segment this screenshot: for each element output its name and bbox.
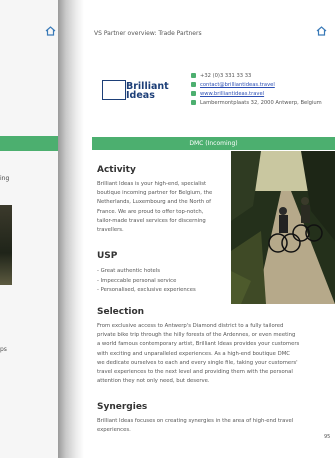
left-page: ing ps <box>0 0 62 458</box>
home-icon[interactable] <box>45 26 56 36</box>
left-dmc-bar <box>0 136 58 151</box>
left-text-snippet: ing <box>0 175 10 182</box>
page-header-title: VS Partner overview: Trade Partners <box>94 30 202 37</box>
selection-paragraph: From exclusive access to Antwerp's Diamo… <box>97 323 300 385</box>
logo-mark <box>102 80 126 100</box>
contact-website[interactable]: www.brilliantideas.travel <box>191 90 322 99</box>
contact-email[interactable]: contact@brilliantideas.travel <box>191 81 322 90</box>
contact-info: +32 (0)3 331 33 33 contact@brilliantidea… <box>191 72 322 108</box>
list-item: Great authentic hotels <box>97 267 196 277</box>
logo-text: Brilliant Ideas <box>126 81 169 101</box>
selection-heading: Selection <box>97 307 145 317</box>
globe-icon <box>191 91 196 96</box>
left-text-snippet-2: ps <box>0 346 7 353</box>
usp-heading: USP <box>97 251 118 261</box>
left-photo <box>0 205 12 285</box>
cyclists-photo <box>231 151 335 304</box>
dmc-category-bar: DMC (Incoming) <box>92 137 335 150</box>
activity-paragraph: Brilliant Ideas is your high-end, specia… <box>97 181 213 234</box>
usp-list: Great authentic hotels Impeccable person… <box>97 267 196 296</box>
contact-phone: +32 (0)3 331 33 33 <box>191 72 322 81</box>
list-item: Impeccable personal service <box>97 277 196 287</box>
document-page: VS Partner overview: Trade Partners Bril… <box>84 0 335 458</box>
synergies-heading: Synergies <box>97 402 148 412</box>
page-gutter <box>58 0 84 458</box>
home-icon[interactable] <box>316 26 327 36</box>
mail-icon <box>191 82 196 87</box>
phone-icon <box>191 73 196 78</box>
pin-icon <box>191 100 196 105</box>
list-item: Personalised, exclusive experiences <box>97 286 196 296</box>
page-number: 95 <box>324 434 331 440</box>
contact-address: Lambermontplaats 32, 2000 Antwerp, Belgi… <box>191 99 322 108</box>
activity-heading: Activity <box>97 165 136 175</box>
synergies-paragraph: Brilliant Ideas focuses on creating syne… <box>97 418 294 434</box>
